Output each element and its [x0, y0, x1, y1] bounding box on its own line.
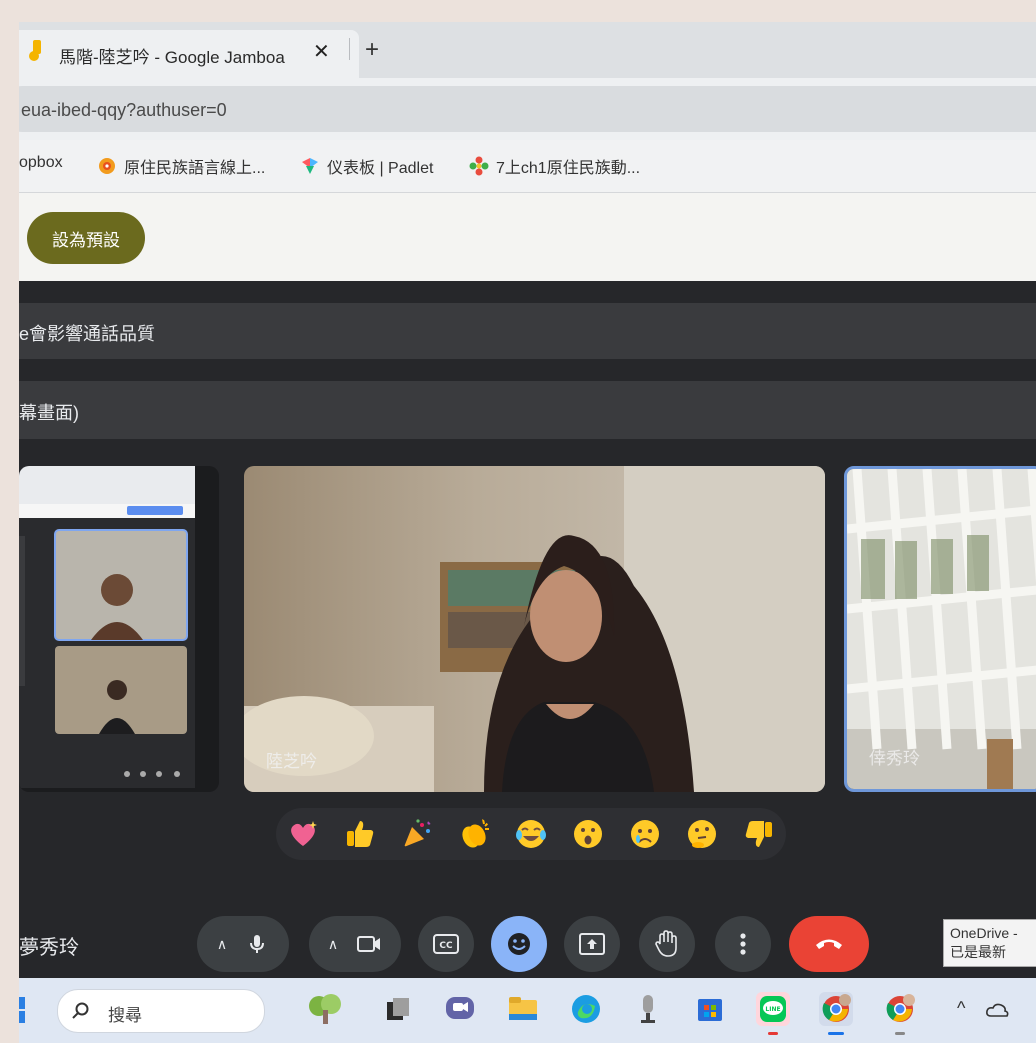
chrome-icon [886, 994, 915, 1022]
chevron-up-icon[interactable]: ∧ [328, 936, 338, 953]
microphone-app-icon[interactable] [631, 992, 665, 1026]
notice-text: e會影響通話品質 [19, 324, 156, 344]
notification-title: OneDrive - [950, 925, 1018, 941]
participant-name: 倖秀玲 [869, 749, 920, 768]
end-call-button[interactable] [789, 916, 869, 972]
thinking-face-icon[interactable] [685, 817, 719, 851]
mic-control[interactable]: ∧ [197, 916, 289, 972]
bookmark-dropbox[interactable]: opbox [19, 154, 63, 172]
onedrive-cloud-icon[interactable] [985, 1002, 1009, 1018]
bookmark-padlet[interactable]: 仪表板 | Padlet [300, 154, 433, 178]
browser-tab-strip: 馬階-陸芝吟 - Google Jamboa ✕ + [19, 22, 1036, 78]
reactions-bar [276, 808, 786, 860]
chrome-app-tile-active[interactable] [819, 992, 853, 1035]
self-name-label: 夢秀玲 [19, 937, 79, 959]
svg-text:LINE: LINE [765, 1006, 780, 1013]
screenshot: 馬階-陸芝吟 - Google Jamboa ✕ + eua-ibed-qqy?… [19, 22, 1036, 1043]
running-indicator [768, 1032, 778, 1035]
line-icon: LINE [760, 996, 786, 1022]
search-placeholder: 搜尋 [108, 1006, 142, 1025]
bookmark-label: 仪表板 | Padlet [327, 160, 434, 177]
close-tab-icon[interactable]: ✕ [313, 39, 330, 64]
taskbar-search-box[interactable]: 搜尋 [57, 989, 265, 1033]
running-indicator [895, 1032, 905, 1035]
participant-video [244, 466, 825, 792]
padlet-icon [302, 158, 318, 174]
microsoft-store-icon[interactable] [693, 992, 727, 1026]
bookmarks-bar: opbox 原住民族語言線上... 仪表板 | Padlet 7上ch1原住民族… [19, 140, 1036, 193]
sparkling-heart-icon[interactable] [286, 817, 320, 851]
chevron-up-icon[interactable]: ∧ [217, 936, 227, 953]
jamboard-favicon-icon [29, 40, 41, 61]
flower-icon [469, 156, 489, 176]
crying-face-icon[interactable] [628, 817, 662, 851]
notification-status: 已是最新 [950, 944, 1006, 960]
emoji-reactions-button[interactable] [491, 916, 547, 972]
search-icon [72, 1002, 89, 1019]
tree-widget-icon[interactable] [301, 992, 349, 1026]
chrome-app-tile[interactable] [883, 992, 917, 1035]
browser-tab[interactable]: 馬階-陸芝吟 - Google Jamboa ✕ [19, 30, 359, 78]
windows-start-icon[interactable] [19, 997, 33, 1023]
line-app-tile[interactable]: LINE [756, 992, 790, 1035]
bookmark-label: 原住民族語言線上... [124, 160, 266, 177]
notice-text: 幕畫面) [19, 403, 79, 423]
shared-screen-tile[interactable] [19, 466, 219, 792]
surprised-face-icon[interactable] [571, 817, 605, 851]
tears-of-joy-icon[interactable] [514, 817, 548, 851]
camera-icon[interactable] [356, 933, 382, 955]
raise-hand-button[interactable] [639, 916, 695, 972]
thumbs-up-icon[interactable] [343, 817, 377, 851]
new-tab-button[interactable]: + [365, 38, 379, 62]
shared-screen-preview [19, 466, 195, 788]
thumbs-down-icon[interactable] [742, 817, 776, 851]
microphone-icon[interactable] [245, 932, 269, 956]
notice-banner-screen: 幕畫面) [19, 381, 1036, 439]
smiley-icon[interactable] [505, 930, 533, 958]
more-vert-icon[interactable] [739, 932, 747, 956]
participant-tile-active[interactable]: 倖秀玲 [844, 466, 1036, 792]
windows-taskbar: 搜尋 LINE ^ [19, 978, 1036, 1043]
tab-separator [349, 38, 350, 60]
captions-button[interactable]: CC [418, 916, 474, 972]
teams-chat-icon[interactable] [443, 992, 477, 1026]
clapping-hands-icon[interactable] [457, 817, 491, 851]
present-screen-button[interactable] [564, 916, 620, 972]
camera-control[interactable]: ∧ [309, 916, 401, 972]
party-popper-icon[interactable] [400, 817, 434, 851]
tab-title: 馬階-陸芝吟 - Google Jamboa [59, 48, 285, 67]
meet-call-area: e會影響通話品質 幕畫面) 陸芝吟 倖秀玲 夢秀玲 ∧ ∧ CC [19, 281, 1036, 978]
bookmark-chapter1[interactable]: 7上ch1原住民族動... [469, 154, 640, 178]
hang-up-icon[interactable] [814, 936, 844, 952]
set-default-button[interactable]: 設為預設 [27, 212, 145, 264]
url-text: eua-ibed-qqy?authuser=0 [21, 100, 227, 120]
chrome-icon [822, 994, 851, 1022]
snail-icon [99, 158, 115, 174]
participant-name: 陸芝吟 [266, 752, 317, 771]
bookmark-label: opbox [19, 154, 63, 171]
raise-hand-icon[interactable] [655, 930, 679, 958]
tray-chevron-icon[interactable]: ^ [957, 998, 965, 1019]
task-view-icon[interactable] [381, 992, 415, 1026]
onedrive-notification[interactable]: OneDrive - 已是最新 [943, 919, 1036, 967]
active-indicator [828, 1032, 844, 1035]
file-explorer-icon[interactable] [506, 992, 540, 1026]
address-bar-area: eua-ibed-qqy?authuser=0 [19, 78, 1036, 140]
present-icon[interactable] [579, 933, 605, 955]
bookmark-language-online[interactable]: 原住民族語言線上... [97, 154, 265, 178]
svg-text:CC: CC [439, 941, 453, 951]
more-options-button[interactable] [715, 916, 771, 972]
bookmark-label: 7上ch1原住民族動... [496, 160, 641, 177]
notice-banner-quality: e會影響通話品質 [19, 303, 1036, 359]
closed-captions-icon[interactable]: CC [433, 934, 459, 954]
page-toolbar: 設為預設 [19, 193, 1036, 281]
edge-browser-icon[interactable] [569, 992, 603, 1026]
participant-tile-main[interactable]: 陸芝吟 [244, 466, 825, 792]
